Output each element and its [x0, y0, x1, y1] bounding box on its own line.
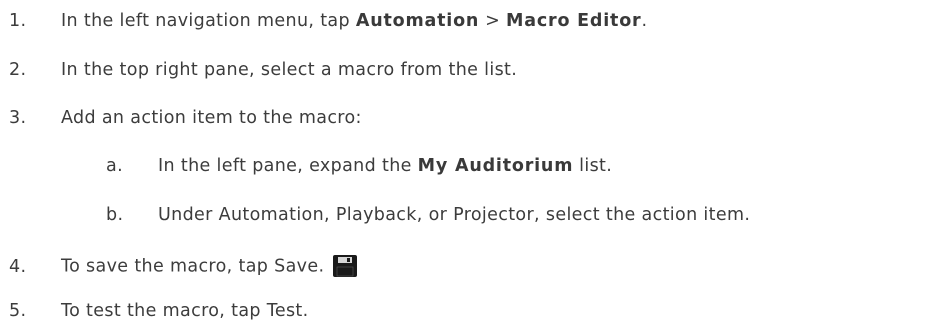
substep-text: In the left pane, expand the	[158, 156, 418, 176]
step-text: Add an action item to the macro:	[61, 108, 362, 128]
substep-text: Under Automation, Playback, or Projector…	[158, 205, 751, 225]
step-text: To save the macro, tap Save.	[61, 256, 325, 277]
step-3: 3. Add an action item to the macro:	[9, 106, 362, 130]
substep-letter: a.	[106, 156, 123, 176]
step-number: 5.	[9, 301, 27, 321]
step-2: 2. In the top right pane, select a macro …	[9, 58, 517, 82]
substep-letter: b.	[106, 205, 124, 225]
instruction-list: 1. In the left navigation menu, tap Autom…	[0, 0, 940, 331]
substep-text-end: list.	[573, 156, 613, 176]
step-number: 1.	[9, 11, 27, 31]
step-5: 5. To test the macro, tap Test.	[9, 299, 309, 323]
step-1: 1. In the left navigation menu, tap Autom…	[9, 9, 647, 33]
substep-b: b. Under Automation, Playback, or Project…	[106, 203, 750, 227]
step-number: 4.	[9, 256, 27, 277]
step-text: In the top right pane, select a macro fr…	[61, 60, 518, 80]
save-icon-graphic	[333, 255, 358, 277]
step-text: To test the macro, tap Test.	[61, 301, 309, 321]
save-icon	[332, 254, 358, 285]
substep-a: a. In the left pane, expand the My Audito…	[106, 154, 612, 178]
menu-separator: >	[479, 11, 507, 31]
step-text-end: .	[641, 11, 648, 31]
menu-macro-editor-label: Macro Editor	[506, 11, 642, 31]
step-4: 4. To save the macro, tap Save.	[9, 251, 358, 282]
step-number: 2.	[9, 60, 27, 80]
step-text: In the left navigation menu, tap	[61, 11, 356, 31]
my-auditorium-label: My Auditorium	[417, 156, 574, 176]
step-number: 3.	[9, 108, 27, 128]
menu-automation-label: Automation	[355, 11, 480, 31]
